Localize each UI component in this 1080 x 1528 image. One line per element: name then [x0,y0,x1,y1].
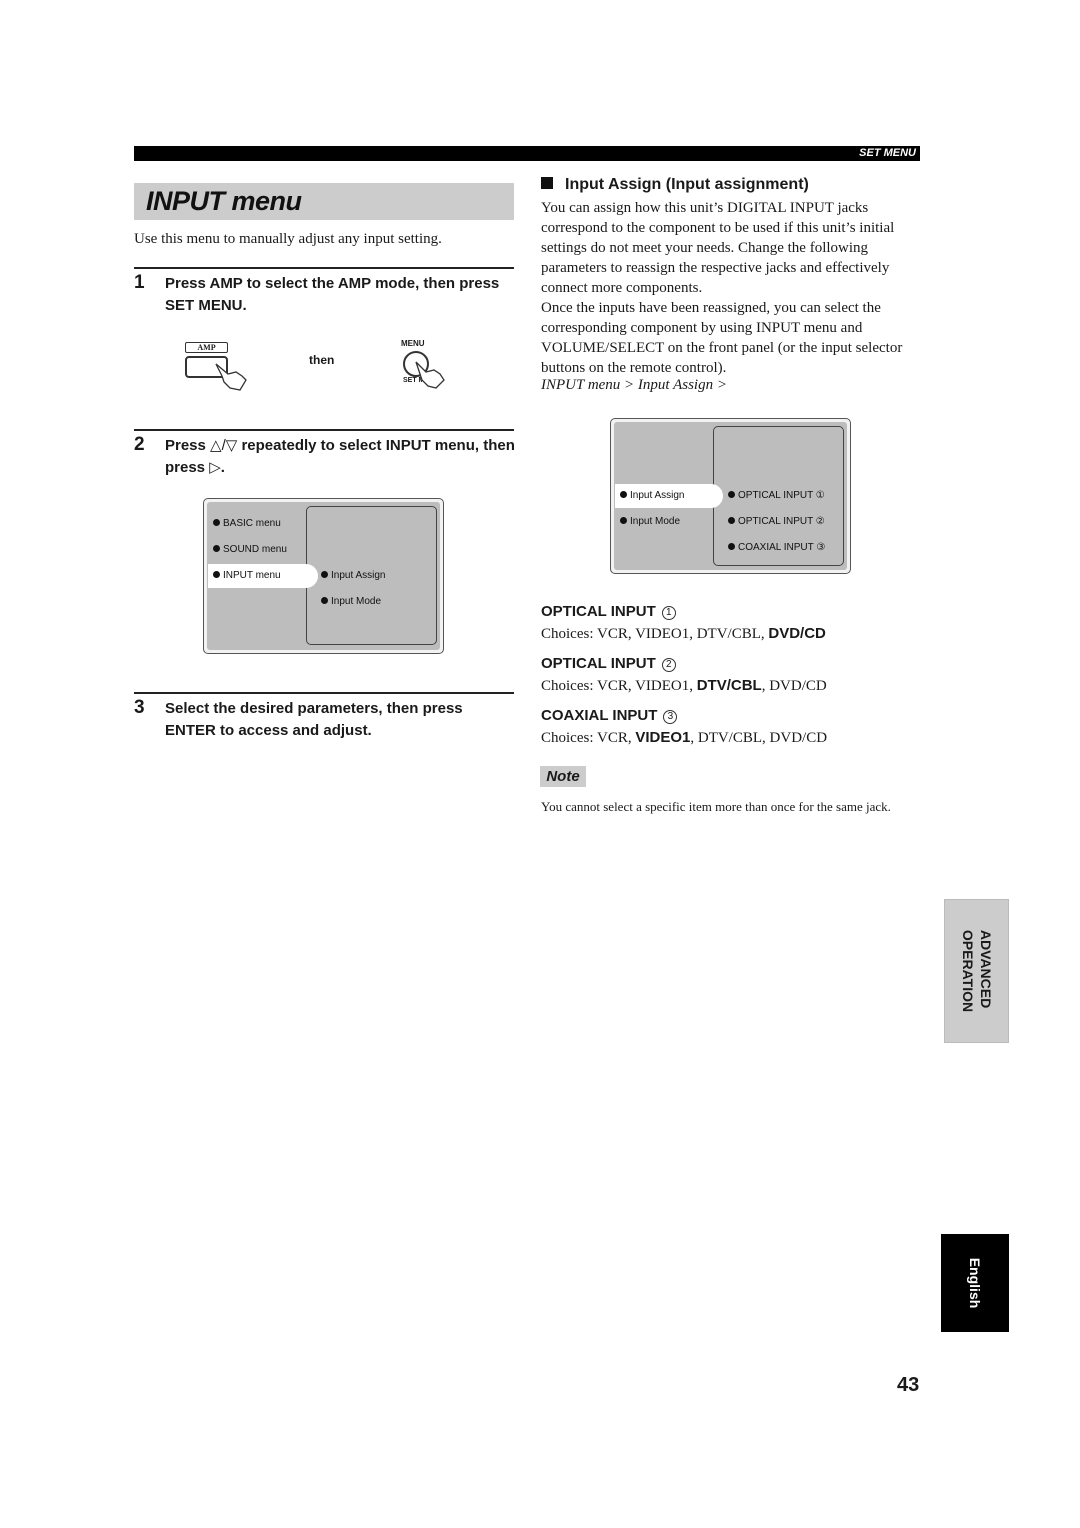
step-divider [134,692,514,694]
bullet-icon [213,519,220,526]
right-arrow-icon: ▷ [209,459,221,476]
then-text: then [309,353,335,367]
menu-key-label: MENU [401,339,425,348]
step-text: Press △/▽ repeatedly to select INPUT men… [165,435,515,479]
up-down-arrows-icon: △/▽ [210,437,238,454]
step-text: Select the desired parameters, then pres… [165,700,463,739]
osd-item-input-mode: Input Mode [617,510,680,534]
bullet-icon [213,545,220,552]
osd-screen-main-menu: BASIC menu SOUND menu INPUT menu Input A… [203,498,444,654]
bullet-icon [321,597,328,604]
osd-screen-input-assign: Input Assign Input Mode OPTICAL INPUT ① … [610,418,851,574]
choice-default: DVD/CD [768,625,826,642]
osd-item-label: INPUT menu [223,570,281,581]
choices-label: Choices: [541,626,594,642]
choice: VCR [596,626,628,642]
body-paragraph: You can assign how this unit’s DIGITAL I… [541,200,895,296]
osd-item-label: Input Assign [331,570,386,581]
section-heading: Input Assign (Input assignment) [541,176,809,194]
step-number: 3 [134,697,145,718]
choice: VCR [596,678,628,694]
language-tab: English [941,1234,1009,1332]
param-choices: Choices: VCR, VIDEO1, DTV/CBL, DVD/CD [541,729,828,746]
circled-number-icon: 3 [663,710,678,724]
osd-item-label: BASIC menu [223,518,281,529]
bullet-icon [321,571,328,578]
step-text-part: Press [165,437,211,454]
header-bar: SET MENU [134,146,920,161]
choice-default: VIDEO1 [635,729,691,746]
step-divider [134,267,514,269]
osd-item-input-menu-selected: INPUT menu [208,564,318,588]
chapter-tab: ADVANCED OPERATION [944,899,1009,1043]
choice: DTV/CBL [697,730,763,746]
page-number: 43 [897,1374,920,1396]
bullet-icon [728,491,735,498]
param-choices: Choices: VCR, VIDEO1, DTV/CBL, DVD/CD [541,625,826,642]
circled-number-icon: 2 [661,658,676,672]
param-name: COAXIAL INPUT [541,707,658,724]
chapter-line: OPERATION [959,929,976,1013]
osd-item-input-assign: Input Assign [321,564,385,588]
osd-item-coaxial-input-3: COAXIAL INPUT ③ [728,536,825,560]
osd-item-label: COAXIAL INPUT ③ [738,542,826,553]
page-title-box: INPUT menu [134,183,514,220]
choices-label: Choices: [541,730,594,746]
osd-item-label: Input Mode [331,596,382,607]
step-number: 2 [134,434,145,455]
param-heading-optical-2: OPTICAL INPUT 2 [541,655,676,672]
chapter-line: ADVANCED [977,929,994,1009]
bullet-icon [213,571,220,578]
page-title: INPUT menu [146,186,302,216]
param-name: OPTICAL INPUT [541,603,656,620]
osd-item-input-mode: Input Mode [321,590,381,614]
param-name: OPTICAL INPUT [541,655,656,672]
choice: DVD/CD [769,730,828,746]
circled-number-icon: 1 [661,606,676,620]
chapter-tab-label: ADVANCED OPERATION [959,930,995,1012]
section-title: Input Assign (Input assignment) [565,176,809,193]
pointing-hand-icon [415,361,445,389]
menu-path: INPUT menu > Input Assign > [541,377,727,393]
step-text: Press AMP to select the AMP mode, then p… [165,275,500,314]
note-badge: Note [540,766,586,787]
note-text: You cannot select a specific item more t… [541,799,891,814]
bullet-icon [620,491,627,498]
osd-item-label: SOUND menu [223,544,287,555]
pointing-hand-icon [215,363,247,391]
step-text-part: . [220,459,225,476]
intro-text: Use this menu to manually adjust any inp… [134,231,442,247]
param-choices: Choices: VCR, VIDEO1, DTV/CBL, DVD/CD [541,677,827,694]
osd-item-label: OPTICAL INPUT ② [738,516,825,527]
param-heading-coaxial-3: COAXIAL INPUT 3 [541,707,678,724]
square-bullet-icon [541,177,553,189]
param-heading-optical-1: OPTICAL INPUT 1 [541,603,676,620]
language-label: English [967,1257,983,1309]
body-paragraph: Once the inputs have been reassigned, yo… [541,300,903,376]
bullet-icon [728,517,735,524]
choice: VIDEO1 [635,678,690,694]
osd-item-label: Input Assign [630,490,685,501]
osd-item-input-assign-selected: Input Assign [615,484,723,508]
step-number: 1 [134,272,145,293]
choice: VCR [596,730,628,746]
choice-default: DTV/CBL [696,677,762,694]
osd-item-sound-menu: SOUND menu [210,538,310,562]
osd-item-optical-input-2: OPTICAL INPUT ② [728,510,825,534]
choice: DVD/CD [769,678,827,694]
choices-label: Choices: [541,678,594,694]
choice: VIDEO1 [635,626,690,642]
bullet-icon [728,543,735,550]
osd-item-optical-input-1: OPTICAL INPUT ① [728,484,825,508]
amp-key-label: AMP [185,342,228,353]
osd-item-basic-menu: BASIC menu [210,512,310,536]
bullet-icon [620,517,627,524]
step-divider [134,429,514,431]
choice: DTV/CBL [696,626,761,642]
section-label: SET MENU [859,147,916,159]
osd-item-label: OPTICAL INPUT ① [738,490,825,501]
osd-item-label: Input Mode [630,516,681,527]
